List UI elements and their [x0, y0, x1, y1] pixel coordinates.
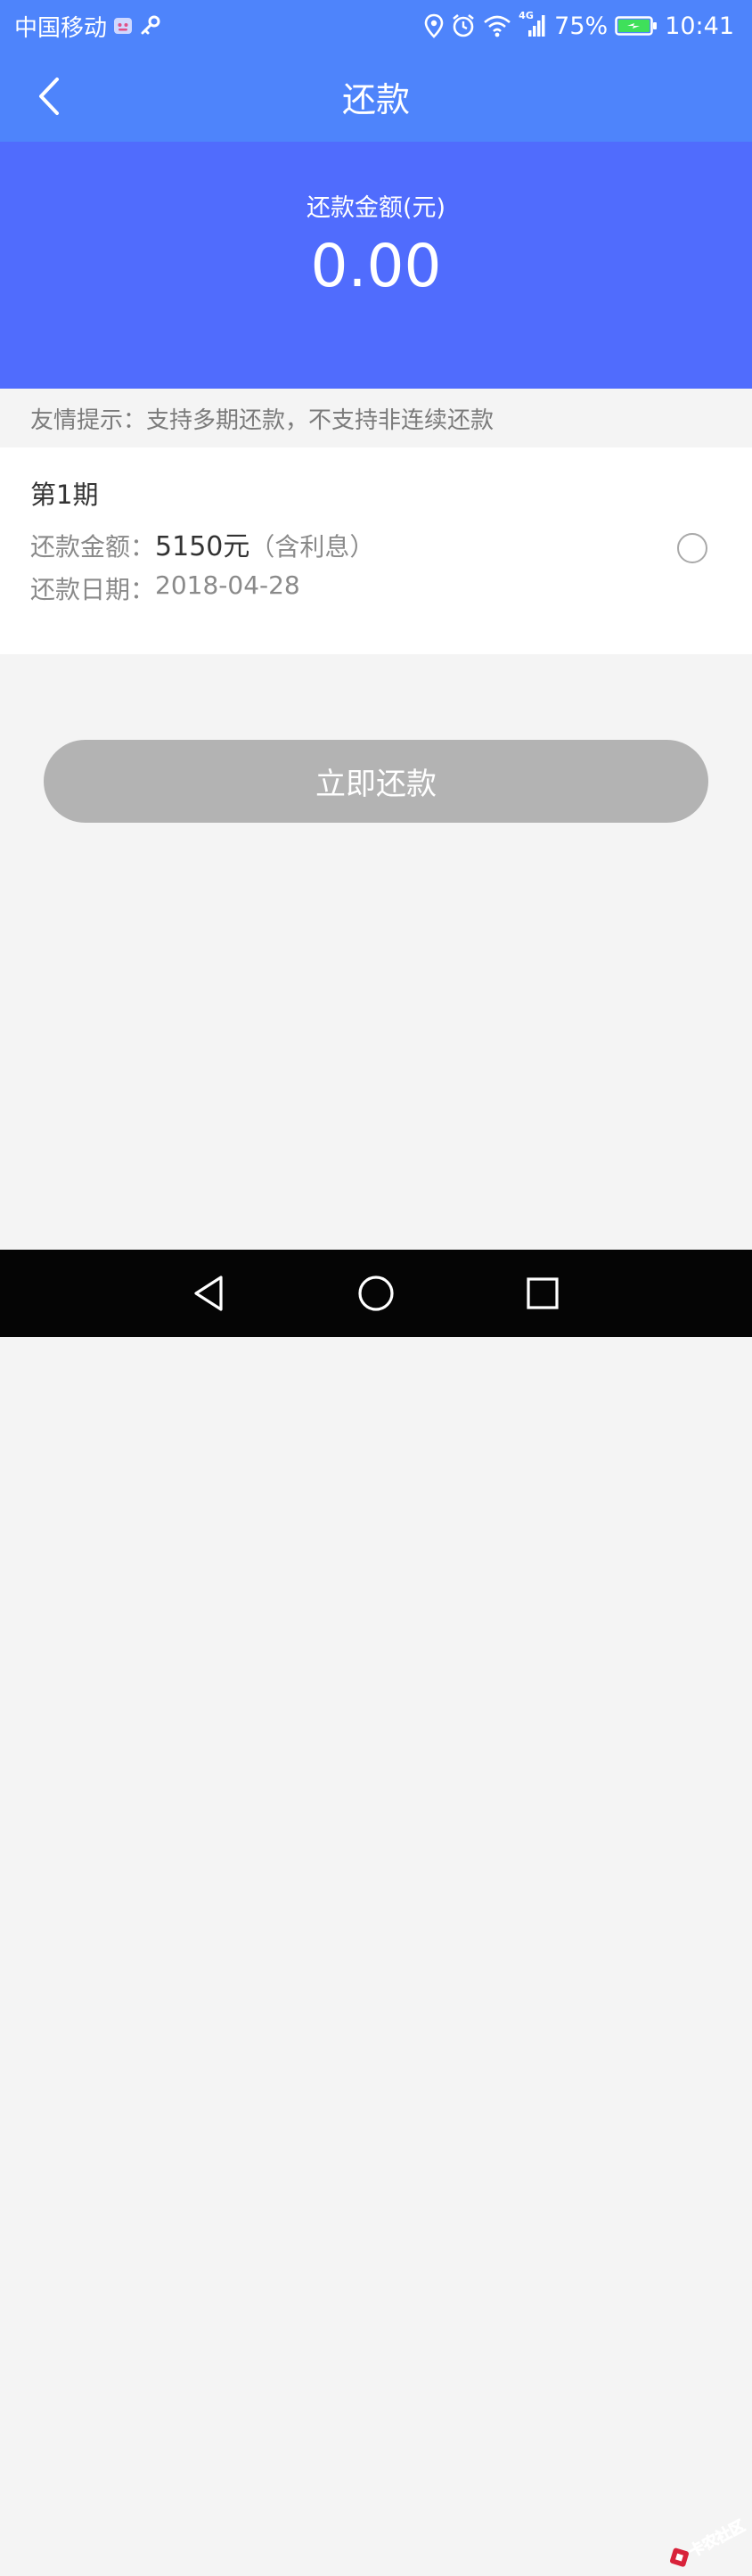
- system-back-button[interactable]: [186, 1271, 231, 1316]
- watermark-logo: 卡农社区: [661, 2508, 750, 2572]
- system-navigation-bar: 卡农社区: [0, 1250, 752, 2567]
- installment-date-value: 2018-04-28: [155, 570, 300, 600]
- wifi-icon: [483, 14, 511, 37]
- installment-date-row: 还款日期： 2018-04-28: [30, 570, 300, 606]
- status-bar: 中国移动 4G 75% 10:41: [0, 0, 752, 52]
- installment-select-radio[interactable]: [677, 533, 707, 563]
- status-bar-right: 4G 75% 10:41: [424, 10, 734, 40]
- installment-amount-label: 还款金额：: [30, 532, 156, 562]
- system-recents-button[interactable]: [520, 1271, 565, 1316]
- installment-date-label: 还款日期：: [30, 575, 156, 604]
- location-icon: [424, 13, 444, 38]
- system-home-button[interactable]: [354, 1271, 398, 1316]
- network-type: 4G: [519, 10, 534, 21]
- amount-summary-panel: 还款金额(元) 0.00: [0, 142, 752, 389]
- installment-period: 第1期: [30, 480, 99, 510]
- total-amount-value: 0.00: [310, 232, 442, 300]
- triangle-back-icon: [194, 1276, 223, 1311]
- square-recents-icon: [527, 1277, 559, 1309]
- installment-amount-row: 还款金额： 5150元 （含利息）: [30, 524, 374, 563]
- alarm-icon: [451, 13, 476, 38]
- app-notification-icon: [112, 15, 134, 37]
- carrier-name: 中国移动: [14, 14, 108, 42]
- installment-amount-note: （含利息）: [249, 532, 375, 562]
- header-bar: 还款: [0, 52, 752, 142]
- circle-home-icon: [358, 1276, 394, 1311]
- watermark-text: 卡农社区: [686, 2516, 748, 2561]
- total-amount-label: 还款金额(元): [306, 194, 446, 222]
- battery-charging-icon: [615, 15, 658, 37]
- clock-time: 10:41: [665, 12, 734, 40]
- pay-now-button[interactable]: 立即还款: [44, 740, 708, 823]
- key-icon: [139, 14, 162, 37]
- friendly-tip: 友情提示：支持多期还款，不支持非连续还款: [0, 389, 752, 447]
- installment-amount-value: 5150元: [155, 531, 250, 562]
- battery-percent: 75%: [554, 12, 609, 40]
- page-title: 还款: [341, 80, 410, 119]
- signal-4g-icon: 4G: [519, 10, 547, 38]
- installment-item[interactable]: 第1期 还款金额： 5150元 （含利息） 还款日期： 2018-04-28: [0, 447, 752, 654]
- status-bar-left: 中国移动: [14, 10, 162, 43]
